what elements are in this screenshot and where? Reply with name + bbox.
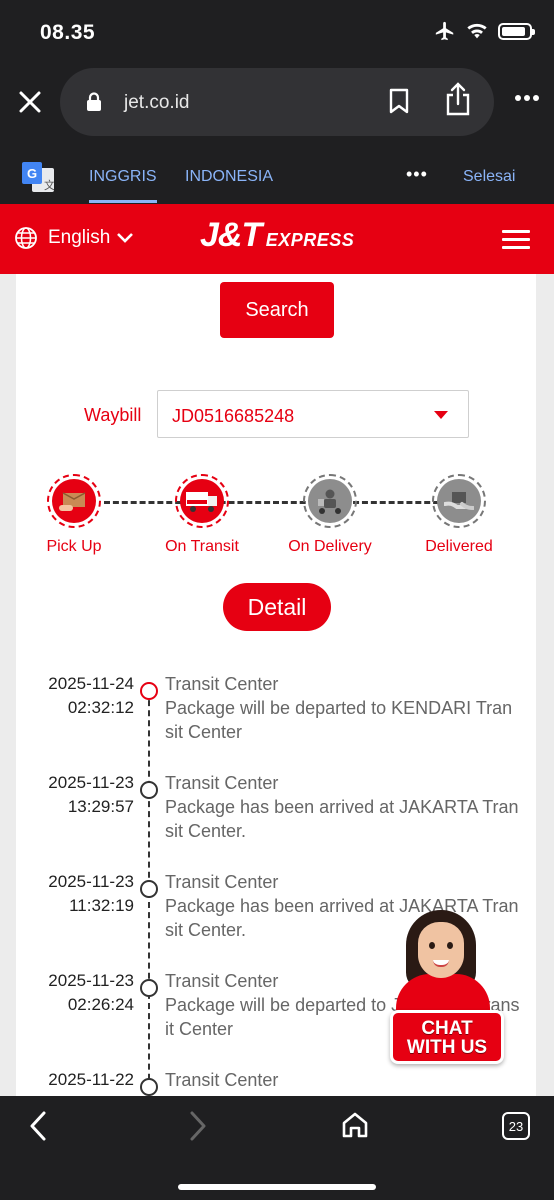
menu-icon[interactable]	[502, 230, 530, 250]
timeline-title: Transit Center	[165, 1070, 279, 1090]
chat-avatar-face	[418, 922, 464, 978]
pickup-icon	[47, 474, 101, 528]
progress-steps: Pick Up On Transit On Delivery Delivered	[16, 474, 536, 564]
close-icon[interactable]	[14, 86, 46, 118]
detail-button[interactable]: Detail	[223, 583, 331, 631]
address-bar[interactable]: jet.co.id	[60, 68, 494, 136]
courier-icon	[303, 474, 357, 528]
url-text: jet.co.id	[124, 92, 190, 113]
home-indicator	[178, 1184, 376, 1190]
lock-icon	[87, 92, 101, 111]
timeline-datetime: 2025-11-23 13:29:57	[16, 771, 134, 819]
caret-down-icon	[434, 411, 448, 419]
search-button[interactable]: Search	[220, 282, 334, 338]
timeline-dot	[140, 781, 158, 799]
timeline-dot-current	[140, 682, 158, 700]
chat-badge-line2: WITH US	[406, 1037, 488, 1058]
timeline-time: 02:26:24	[67, 995, 134, 1014]
svg-text:文: 文	[44, 178, 54, 192]
battery-fill	[502, 26, 526, 36]
step-delivered: Delivered	[399, 474, 519, 556]
timeline-date: 2025-11-23	[48, 872, 134, 891]
timeline-date: 2025-11-23	[48, 971, 134, 990]
logo-main-text: J&T	[200, 216, 262, 254]
truck-icon	[175, 474, 229, 528]
chat-avatar-eye	[429, 942, 435, 949]
bookmark-icon[interactable]	[388, 88, 410, 114]
waybill-select[interactable]: JD0516685248	[157, 390, 469, 438]
battery-icon	[498, 22, 535, 40]
tabs-count-button[interactable]: 23	[502, 1112, 530, 1140]
logo-sub-text: EXPRESS	[265, 230, 355, 250]
status-icons	[434, 20, 535, 42]
svg-text:G: G	[27, 166, 37, 181]
more-options-icon[interactable]	[514, 94, 540, 102]
back-icon[interactable]	[26, 1110, 50, 1142]
timeline-date: 2025-11-24	[48, 674, 134, 693]
browser-bar: jet.co.id	[0, 64, 554, 150]
tab-indonesian[interactable]: INDONESIA	[185, 168, 273, 186]
timeline-datetime: 2025-11-23 11:32:19	[16, 870, 134, 918]
chat-badge-line1: CHAT	[421, 1018, 473, 1039]
airplane-icon	[435, 21, 454, 41]
translate-done-button[interactable]: Selesai	[463, 168, 515, 186]
step-label: On Delivery	[288, 538, 372, 555]
timeline-time: 13:29:57	[67, 797, 134, 816]
timeline-datetime: 2025-11-24 02:32:12	[16, 672, 134, 720]
timeline-title: Transit Center	[165, 971, 279, 991]
waybill-label: Waybill	[84, 405, 142, 425]
waybill-value: JD0516685248	[172, 406, 295, 426]
step-label: On Transit	[165, 538, 239, 555]
timeline-item: 2025-11-24 02:32:12 Transit Center Packag…	[16, 672, 536, 771]
step-on-delivery: On Delivery	[270, 474, 390, 556]
chevron-down-icon	[117, 233, 134, 243]
home-icon[interactable]	[340, 1110, 370, 1140]
step-label: Delivered	[425, 538, 493, 555]
step-on-transit: On Transit	[142, 474, 262, 556]
chat-avatar-mouth	[433, 960, 449, 967]
timeline-datetime: 2025-11-22	[16, 1068, 134, 1092]
timeline-dot	[140, 880, 158, 898]
chat-badge[interactable]: CHAT WITH US	[390, 1010, 504, 1064]
timeline-title: Transit Center	[165, 773, 279, 793]
browser-bottom-toolbar: 23	[0, 1096, 554, 1200]
google-translate-icon[interactable]: G文	[22, 162, 54, 192]
language-selector[interactable]: English	[14, 226, 134, 250]
wifi-icon	[467, 23, 487, 39]
step-pick-up: Pick Up	[14, 474, 134, 556]
translate-more-button[interactable]: •••	[406, 164, 428, 185]
share-icon[interactable]	[444, 82, 472, 116]
step-label: Pick Up	[46, 538, 102, 555]
timeline-time: 11:32:19	[69, 896, 134, 915]
timeline-title: Transit Center	[165, 872, 279, 892]
chat-avatar-eye	[447, 942, 453, 949]
timeline-description: Package will be departed to KENDARI Tran…	[165, 698, 513, 742]
timeline-date: 2025-11-22	[48, 1070, 134, 1089]
timeline-datetime: 2025-11-23 02:26:24	[16, 969, 134, 1017]
status-bar: 08.35	[0, 0, 554, 64]
timeline-time: 02:32:12	[67, 698, 134, 717]
timeline-date: 2025-11-23	[48, 773, 134, 792]
forward-icon[interactable]	[186, 1110, 210, 1142]
site-header: English J&T EXPRESS	[0, 204, 554, 274]
timeline-dot	[140, 1078, 158, 1096]
jt-express-logo[interactable]: J&T EXPRESS	[200, 216, 354, 255]
timeline-dot	[140, 979, 158, 997]
language-label: English	[48, 227, 111, 248]
timeline-item: 2025-11-22 Transit Center	[16, 1068, 536, 1096]
timeline-description: Package has been arrived at JAKARTA Tran…	[165, 797, 519, 841]
chat-with-us-widget[interactable]: CHAT WITH US	[388, 900, 506, 1068]
status-time: 08.35	[40, 21, 96, 44]
globe-icon	[15, 227, 37, 249]
timeline-title: Transit Center	[165, 674, 279, 694]
tab-english[interactable]: INGGRIS	[89, 168, 157, 203]
translate-bar: G文 INGGRIS INDONESIA ••• Selesai	[0, 150, 554, 204]
timeline-item: 2025-11-23 13:29:57 Transit Center Packag…	[16, 771, 536, 870]
handover-icon	[432, 474, 486, 528]
